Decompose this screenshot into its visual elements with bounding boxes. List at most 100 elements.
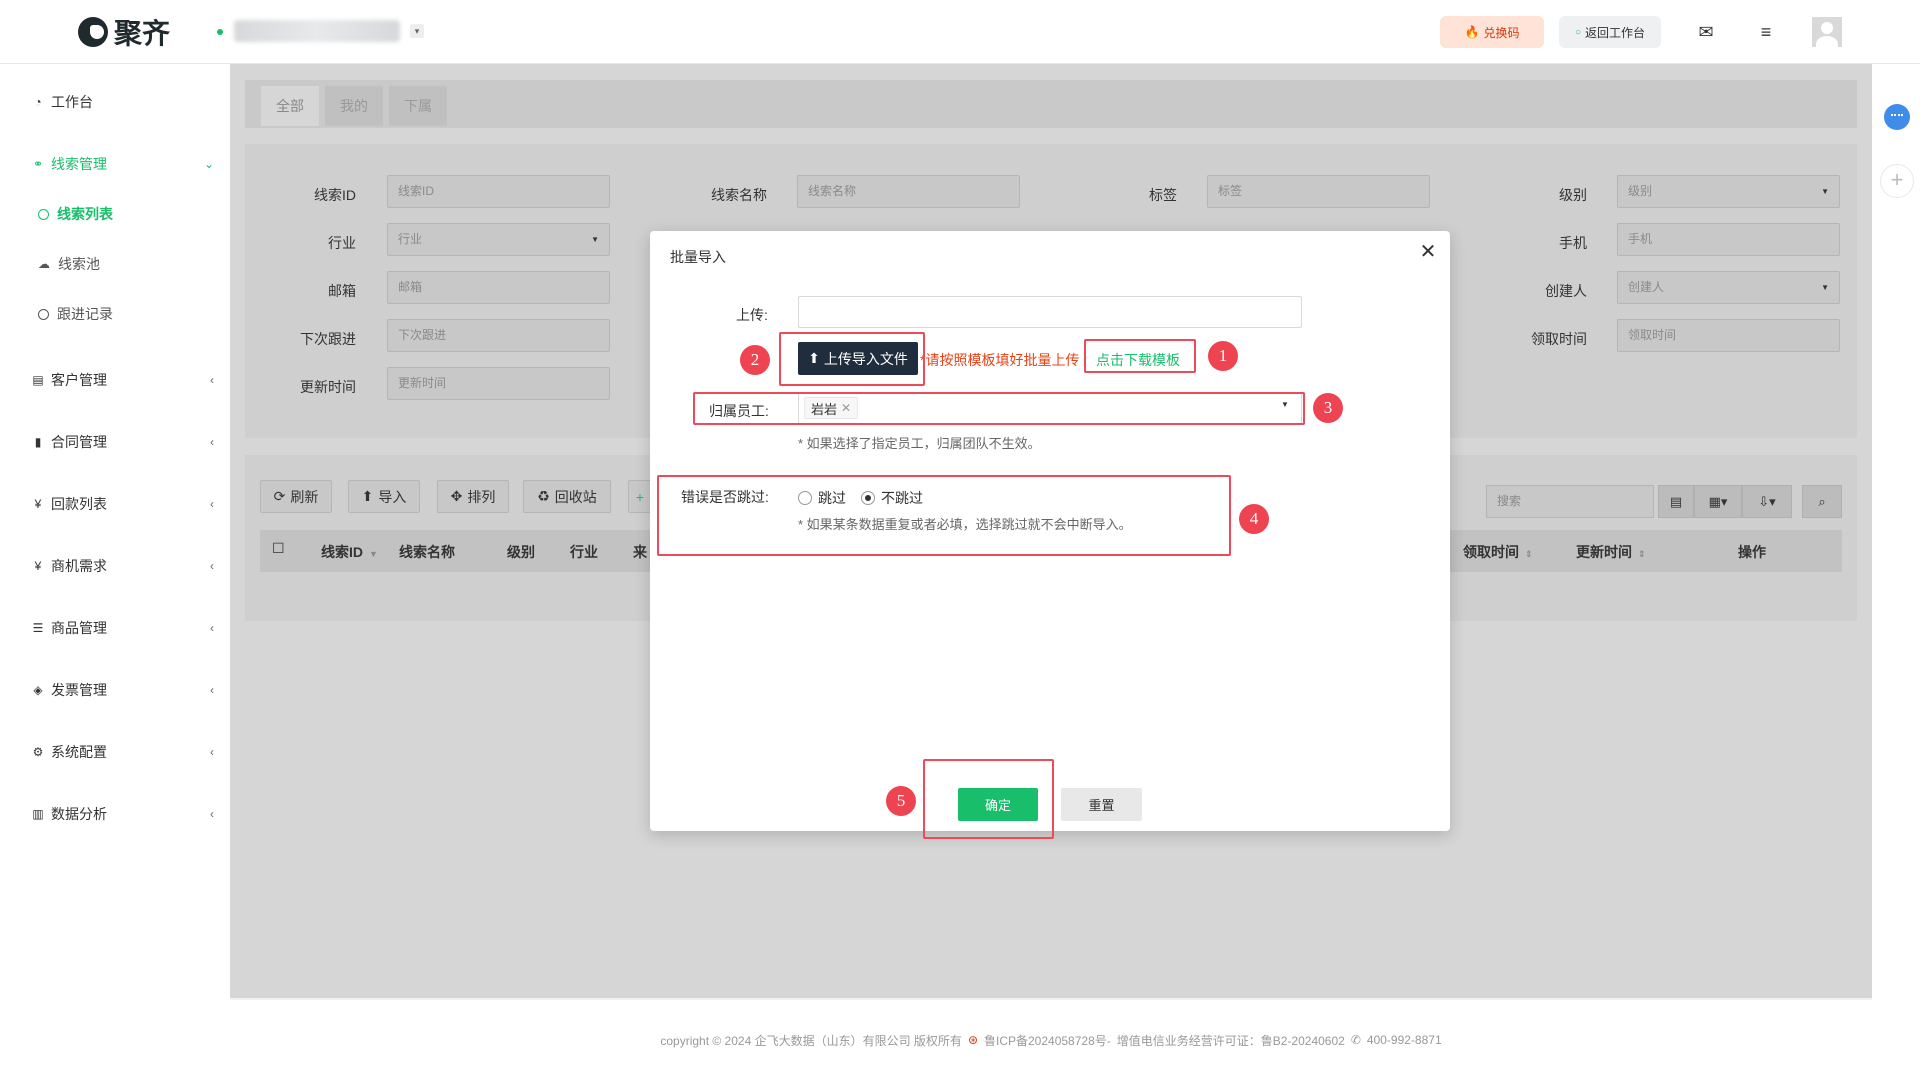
id-card-icon: ▤ [32, 373, 44, 387]
sidebar-item-data-analysis[interactable]: ▥ 数据分析 ‹ [15, 792, 230, 836]
gears-icon: ⚙ [32, 745, 44, 759]
update-time-input[interactable]: 更新时间 [387, 367, 610, 400]
chevron-left-icon: ‹ [210, 807, 214, 821]
sidebar-item-workbench[interactable]: ◔ 工作台 [15, 80, 230, 124]
logo-mark-icon [78, 17, 108, 47]
recycle-icon: ♻ [537, 488, 550, 504]
highlight-skip-errors [657, 475, 1231, 556]
phone-label: 手机 [1559, 235, 1587, 251]
search-icon[interactable]: ⌕ [1802, 485, 1842, 518]
lead-name-input[interactable]: 线索名称 [797, 175, 1020, 208]
highlight-upload-button [779, 332, 925, 386]
import-button[interactable]: ⬆ 导入 [348, 480, 420, 513]
avatar[interactable] [1812, 17, 1842, 47]
org-status-dot [217, 29, 223, 35]
reset-button[interactable]: 重置 [1061, 788, 1142, 821]
column-lead-id[interactable]: 线索ID ▼ [321, 542, 378, 562]
annotation-badge-1: 1 [1208, 341, 1238, 371]
chat-icon[interactable] [1884, 104, 1910, 130]
phone-icon: ✆ [1350, 1033, 1361, 1047]
highlight-employee-select [693, 392, 1305, 425]
chevron-down-icon: ⌄ [203, 157, 214, 171]
mail-icon[interactable]: ✉ [1692, 18, 1720, 46]
sort-button[interactable]: ✥ 排列 [437, 480, 509, 513]
export-icon[interactable]: ⇩▾ [1742, 485, 1792, 518]
chevron-left-icon: ‹ [210, 497, 214, 511]
refresh-button[interactable]: ⟳ 刷新 [260, 480, 332, 513]
annotation-badge-5: 5 [886, 786, 916, 816]
next-follow-label: 下次跟进 [300, 331, 356, 347]
industry-select[interactable]: 行业 [387, 223, 610, 256]
logo[interactable]: 聚齐 [78, 14, 170, 50]
tag-input[interactable]: 标签 [1207, 175, 1430, 208]
table-search-input[interactable]: 搜索 [1486, 485, 1654, 518]
footer: copyright © 2024 企飞大数据（山东）有限公司 版权所有 ⊛ 鲁I… [230, 1000, 1872, 1080]
circle-icon [38, 308, 49, 320]
annotation-badge-4: 4 [1239, 504, 1269, 534]
industry-label: 行业 [328, 235, 356, 251]
close-icon[interactable]: ✕ [1416, 240, 1440, 264]
chevron-left-icon: ‹ [210, 745, 214, 759]
creator-label: 创建人 [1545, 283, 1587, 299]
sidebar-item-opportunity[interactable]: ¥ 商机需求 ‹ [15, 544, 230, 588]
redeem-code-button[interactable]: 🔥 兑换码 [1440, 16, 1544, 48]
sidebar-item-leads-management[interactable]: ⚭ 线索管理 ⌄ [15, 142, 230, 186]
level-select[interactable]: 级别 [1617, 175, 1840, 208]
upload-icon: ⬆ [361, 488, 374, 504]
modal-title: 批量导入 [670, 249, 726, 265]
highlight-download-link [1084, 339, 1196, 373]
column-lead-name: 线索名称 [399, 544, 455, 560]
bookmark-icon: ▮ [34, 435, 42, 449]
recycle-bin-button[interactable]: ♻ 回收站 [523, 480, 611, 513]
sidebar-subitem-leads-list[interactable]: 线索列表 [38, 199, 113, 229]
org-name-blurred[interactable] [234, 20, 400, 42]
select-all-checkbox[interactable]: ☐ [272, 540, 285, 557]
sidebar-item-system-config[interactable]: ⚙ 系统配置 ‹ [15, 730, 230, 774]
columns-grid-icon[interactable]: ▦▾ [1694, 485, 1742, 518]
sidebar-item-invoice-management[interactable]: ◈ 发票管理 ‹ [15, 668, 230, 712]
hamburger-menu-icon[interactable]: ≡ [1752, 18, 1780, 46]
lead-id-input[interactable]: 线索ID [387, 175, 610, 208]
add-button[interactable]: + [628, 480, 652, 513]
sidebar-item-product-management[interactable]: ☰ 商品管理 ‹ [15, 606, 230, 650]
sidebar-item-payment-list[interactable]: ¥ 回款列表 ‹ [15, 482, 230, 526]
sort-icon: ⇕ [1525, 549, 1533, 559]
email-label: 邮箱 [328, 283, 356, 299]
police-badge-icon: ⊛ [967, 1033, 978, 1047]
annotation-badge-2: 2 [740, 345, 770, 375]
refresh-icon: ⟳ [273, 488, 286, 504]
sidebar-subitem-follow-records[interactable]: 跟进记录 [38, 299, 113, 329]
sort-icon: ⇕ [1638, 549, 1646, 559]
tab-mine[interactable]: 我的 [325, 86, 383, 126]
email-input[interactable]: 邮箱 [387, 271, 610, 304]
claim-time-label: 领取时间 [1531, 331, 1587, 347]
next-follow-input[interactable]: 下次跟进 [387, 319, 610, 352]
table-view-icon[interactable]: ▤ [1658, 485, 1694, 518]
sidebar-item-contract-management[interactable]: ▮ 合同管理 ‹ [15, 420, 230, 464]
org-dropdown-icon[interactable]: ▾ [410, 24, 424, 38]
tag-label: 标签 [1149, 187, 1177, 203]
tab-subordinates[interactable]: 下属 [389, 86, 447, 126]
logo-text: 聚齐 [114, 18, 171, 49]
chevron-left-icon: ‹ [210, 621, 214, 635]
column-update-time[interactable]: 更新时间 ⇕ [1576, 542, 1646, 562]
back-to-workbench-button[interactable]: ○ 返回工作台 [1559, 16, 1661, 48]
phone-input[interactable]: 手机 [1617, 223, 1840, 256]
claim-time-input[interactable]: 领取时间 [1617, 319, 1840, 352]
sidebar-item-customer-management[interactable]: ▤ 客户管理 ‹ [15, 358, 230, 402]
license-text: 增值电信业务经营许可证：鲁B2-20240602 [1116, 1033, 1345, 1048]
bar-chart-icon: ▥ [32, 807, 44, 821]
plus-icon[interactable]: + [1880, 164, 1914, 198]
level-label: 级别 [1559, 187, 1587, 203]
plus-icon: + [635, 488, 645, 505]
icp-link[interactable]: 鲁ICP备2024058728号- [984, 1032, 1111, 1049]
tab-all[interactable]: 全部 [261, 86, 319, 126]
creator-select[interactable]: 创建人 [1617, 271, 1840, 304]
upload-file-input[interactable] [798, 296, 1302, 328]
chevron-left-icon: ‹ [210, 559, 214, 573]
annotation-badge-3: 3 [1313, 393, 1343, 423]
list-icon: ☰ [32, 621, 44, 635]
copyright-text: copyright © 2024 企飞大数据（山东）有限公司 版权所有 [660, 1033, 962, 1048]
sidebar-subitem-leads-pool[interactable]: ☁ 线索池 [38, 249, 100, 279]
column-claim-time[interactable]: 领取时间 ⇕ [1463, 542, 1533, 562]
